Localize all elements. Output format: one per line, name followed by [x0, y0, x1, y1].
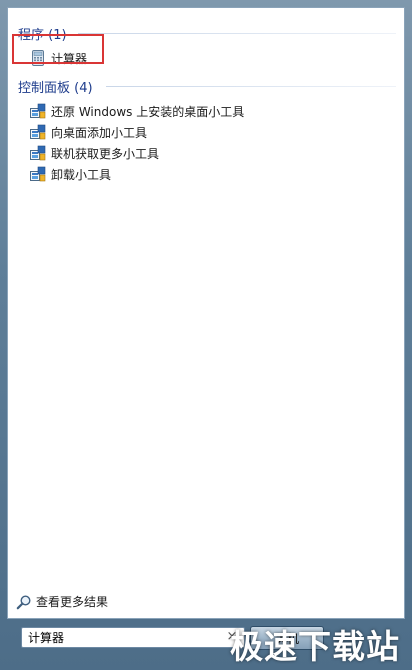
see-more-results-link[interactable]: 查看更多结果: [16, 593, 108, 610]
search-input[interactable]: 计算器: [21, 627, 245, 648]
highlight-box: [12, 34, 104, 64]
gadget-icon: [30, 103, 46, 119]
result-item-restore-gadgets[interactable]: 还原 Windows 上安装的桌面小工具: [30, 101, 244, 121]
gadget-icon: [30, 166, 46, 182]
control-panel-group-divider: [106, 86, 396, 87]
see-more-results-label: 查看更多结果: [36, 595, 109, 609]
result-item-add-gadgets[interactable]: 向桌面添加小工具: [30, 122, 147, 142]
search-input-value: 计算器: [28, 631, 65, 645]
gadget-icon: [30, 145, 46, 161]
programs-group-divider: [78, 33, 396, 34]
start-menu: 程序 (1) 计算器 控制面板 (4) 还原 Windows 上安装的桌面小工具…: [0, 0, 412, 670]
result-item-uninstall-gadget[interactable]: 卸载小工具: [30, 164, 111, 184]
search-icon: [16, 594, 32, 610]
search-results-pane: 程序 (1) 计算器 控制面板 (4) 还原 Windows 上安装的桌面小工具…: [7, 7, 405, 619]
watermark: 极速下载站: [230, 627, 400, 666]
result-item-label: 向桌面添加小工具: [51, 125, 148, 140]
control-panel-group-header[interactable]: 控制面板 (4): [18, 77, 93, 96]
result-item-get-more-gadgets[interactable]: 联机获取更多小工具: [30, 143, 159, 163]
gadget-icon: [30, 124, 46, 140]
result-item-label: 联机获取更多小工具: [51, 146, 160, 161]
result-item-label: 卸载小工具: [51, 167, 112, 182]
result-item-label: 还原 Windows 上安装的桌面小工具: [51, 104, 245, 119]
